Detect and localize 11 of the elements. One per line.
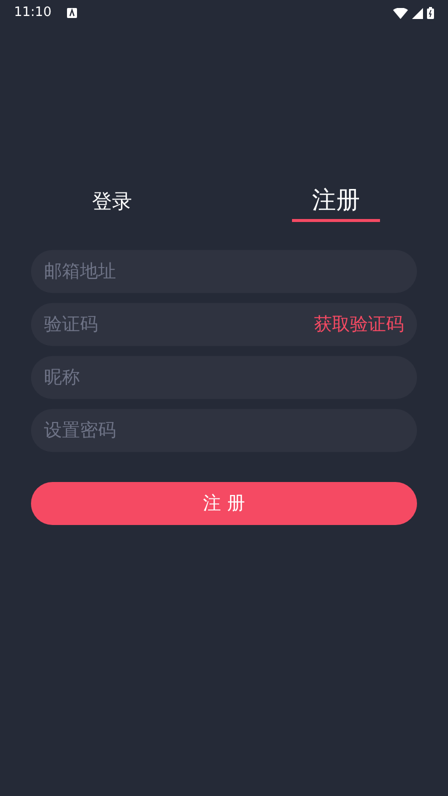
input-field[interactable]: 昵称: [31, 356, 417, 399]
input-field[interactable]: 邮箱地址: [31, 250, 417, 293]
tab[interactable]: 登录: [88, 189, 136, 222]
signal-icon: [412, 8, 423, 18]
notification-icon: [67, 8, 78, 18]
battery-icon: [427, 7, 434, 19]
wifi-icon: [393, 8, 408, 18]
tab[interactable]: 注册: [292, 186, 380, 222]
input-field[interactable]: 设置密码: [31, 409, 417, 452]
clock-time: 11:10: [14, 4, 52, 22]
get-code-button[interactable]: 获取验证码: [314, 311, 404, 338]
